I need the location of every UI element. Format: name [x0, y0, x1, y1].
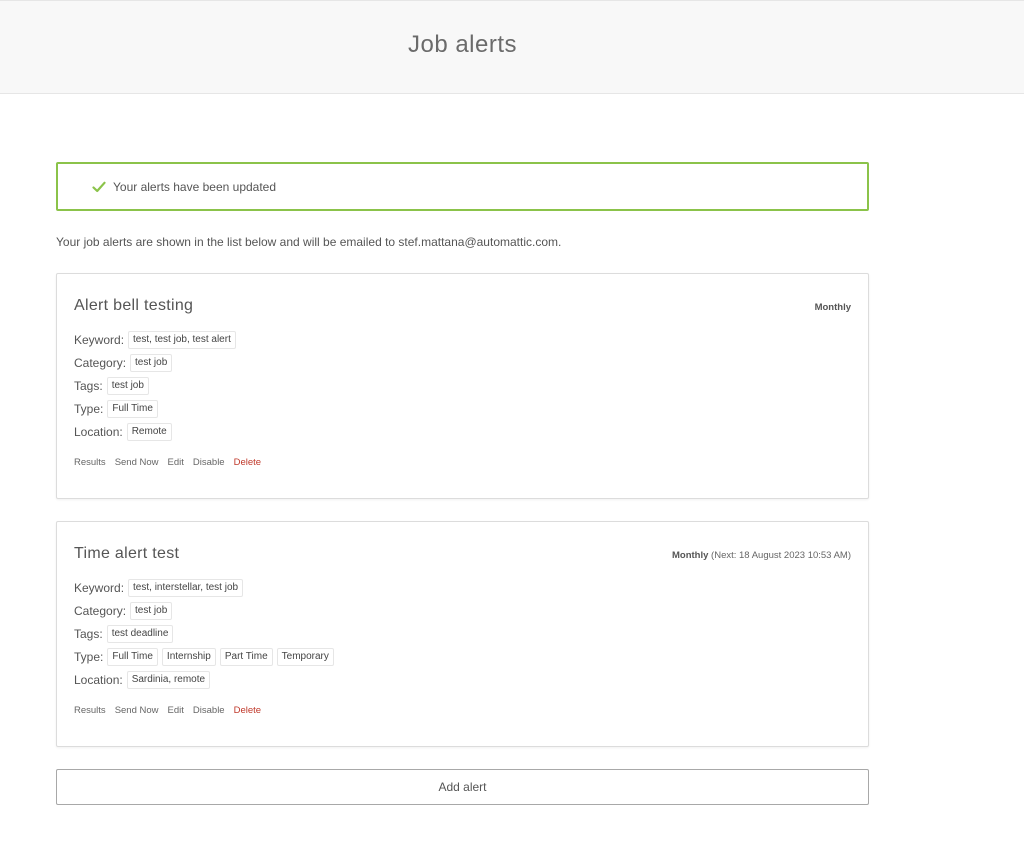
alert-name: Time alert test: [74, 545, 180, 562]
type-chip: Internship: [161, 647, 216, 666]
tags-row: Tags: test deadline: [74, 622, 338, 645]
delete-link[interactable]: Delete: [234, 705, 261, 716]
edit-link[interactable]: Edit: [168, 457, 184, 468]
disable-link[interactable]: Disable: [193, 705, 225, 716]
location-chip: Sardinia, remote: [126, 670, 211, 689]
category-label: Category:: [74, 355, 127, 370]
type-label: Type:: [74, 649, 104, 664]
category-row: Category: test job: [74, 351, 240, 374]
keyword-chip: test, interstellar, test job: [128, 578, 244, 597]
tags-label: Tags:: [74, 626, 103, 641]
type-chip: Full Time: [107, 647, 158, 666]
send-now-link[interactable]: Send Now: [115, 457, 159, 468]
keyword-chip: test, test job, test alert: [128, 330, 236, 349]
alert-details: Keyword: test, interstellar, test job Ca…: [74, 576, 338, 691]
delete-link[interactable]: Delete: [234, 457, 261, 468]
send-now-link[interactable]: Send Now: [115, 705, 159, 716]
page-title: Job alerts: [407, 31, 518, 58]
alert-frequency: Monthly: [815, 302, 851, 313]
type-row: Type: Full Time: [74, 397, 240, 420]
success-notice: Your alerts have been updated: [56, 162, 869, 211]
notice-text: Your alerts have been updated: [113, 179, 277, 194]
tag-chip: test deadline: [106, 624, 174, 643]
alert-actions: Results Send Now Edit Disable Delete: [74, 705, 270, 716]
type-label: Type:: [74, 401, 104, 416]
location-row: Location: Remote: [74, 420, 240, 443]
tag-chip: test job: [106, 376, 149, 395]
alert-frequency: Monthly (Next: 18 August 2023 10:53 AM): [672, 550, 851, 561]
type-row: Type: Full Time Internship Part Time Tem…: [74, 645, 338, 668]
location-row: Location: Sardinia, remote: [74, 668, 338, 691]
category-row: Category: test job: [74, 599, 338, 622]
keyword-row: Keyword: test, test job, test alert: [74, 328, 240, 351]
location-label: Location:: [74, 672, 123, 687]
next-send-date: (Next: 18 August 2023 10:53 AM): [711, 550, 851, 561]
type-chip: Temporary: [276, 647, 334, 666]
keyword-label: Keyword:: [74, 332, 125, 347]
keyword-row: Keyword: test, interstellar, test job: [74, 576, 338, 599]
alert-name: Alert bell testing: [74, 297, 194, 314]
alert-actions: Results Send Now Edit Disable Delete: [74, 457, 270, 468]
checkmark-icon: [92, 181, 106, 192]
category-chip: test job: [130, 601, 173, 620]
alert-card: Alert bell testing Monthly Keyword: test…: [56, 273, 869, 499]
tags-label: Tags:: [74, 378, 103, 393]
category-label: Category:: [74, 603, 127, 618]
frequency-value: Monthly: [814, 302, 851, 313]
page-header: Job alerts: [0, 0, 1024, 94]
alert-details: Keyword: test, test job, test alert Cate…: [74, 328, 240, 443]
type-chip: Full Time: [107, 399, 158, 418]
results-link[interactable]: Results: [74, 705, 106, 716]
type-chip: Part Time: [219, 647, 273, 666]
category-chip: test job: [130, 353, 173, 372]
tags-row: Tags: test job: [74, 374, 240, 397]
edit-link[interactable]: Edit: [168, 705, 184, 716]
intro-text: Your job alerts are shown in the list be…: [56, 235, 562, 249]
frequency-value: Monthly: [671, 550, 709, 561]
alert-card: Time alert test Monthly (Next: 18 August…: [56, 521, 869, 747]
disable-link[interactable]: Disable: [193, 457, 225, 468]
keyword-label: Keyword:: [74, 580, 125, 595]
location-label: Location:: [74, 424, 123, 439]
results-link[interactable]: Results: [74, 457, 106, 468]
add-alert-button[interactable]: Add alert: [56, 769, 869, 805]
location-chip: Remote: [126, 422, 172, 441]
